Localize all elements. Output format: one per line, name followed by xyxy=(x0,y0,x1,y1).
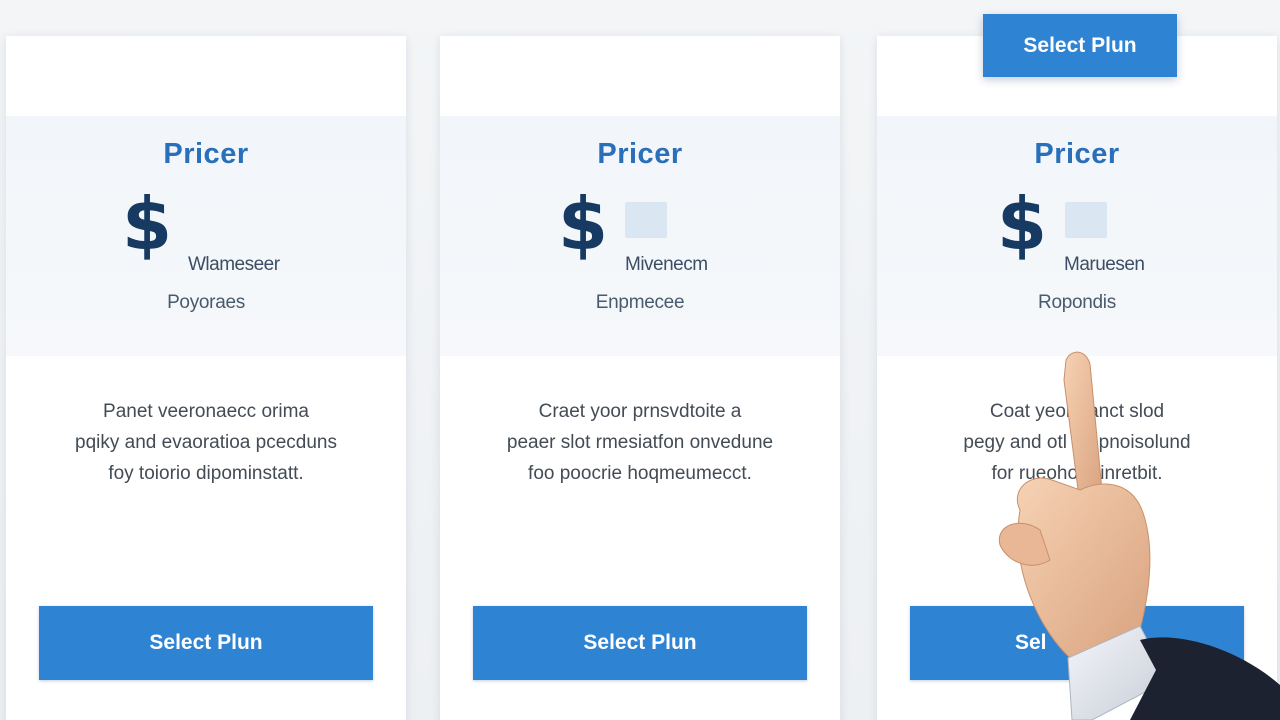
plan-description: Coat yeor aanct slod pegy and otl ad pno… xyxy=(907,396,1247,489)
description-line: Craet yoor prnsvdtoite a xyxy=(538,401,742,422)
select-plan-button[interactable]: Sel xyxy=(910,606,1244,680)
plan-description: Panet veeronaecc orima pqiky and evaorat… xyxy=(36,396,376,489)
pricing-card-3: Pricer $ Maruesen Ropondis Coat yeor aan… xyxy=(877,36,1277,720)
plan-subtitle: Poyoraes xyxy=(167,292,245,313)
plan-subtitle: Ropondis xyxy=(1038,292,1116,313)
plan-subtitle: Enpmecee xyxy=(595,292,685,313)
description-line: for rueoho rpinretbit. xyxy=(991,463,1163,484)
description-line: Panet veeronaecc orima xyxy=(103,401,309,422)
plan-description: Craet yoor prnsvdtoite a peaer slot rmes… xyxy=(470,396,810,489)
description-line: pqiky and evaoratioa pcecduns xyxy=(75,432,337,453)
price-placeholder xyxy=(1065,202,1107,238)
floating-select-plan-button[interactable]: Select Plun xyxy=(983,14,1177,77)
select-plan-button[interactable]: Select Plun xyxy=(39,606,373,680)
plan-title: Pricer xyxy=(163,138,249,170)
select-plan-button[interactable]: Select Plun xyxy=(473,606,807,680)
pricing-card-1: Pricer $ Wlameseer Poyoraes Panet veeron… xyxy=(6,36,406,720)
plan-title: Pricer xyxy=(1034,138,1120,170)
description-line: peaer slot rmesiatfon onvedune xyxy=(506,432,774,453)
pricing-card-2: Pricer $ Mivenecm Enpmecee Craet yoor pr… xyxy=(440,36,840,720)
price-placeholder xyxy=(625,202,667,238)
price-unit: Mivenecm xyxy=(625,254,708,275)
price-unit: Maruesen xyxy=(1064,254,1145,275)
dollar-sign: $ xyxy=(122,182,173,266)
dollar-sign: $ xyxy=(997,182,1048,266)
pricing-page: Select Plun Pricer $ Wlameseer Poyoraes … xyxy=(0,0,1280,720)
description-line: foy toiorio dipominstatt. xyxy=(108,463,304,484)
description-line: Coat yeor aanct slod xyxy=(989,401,1165,422)
dollar-sign: $ xyxy=(558,182,609,266)
price-unit: Wlameseer xyxy=(188,254,280,275)
plan-title: Pricer xyxy=(597,138,683,170)
description-line: foo poocrie hoqmeumecct. xyxy=(528,463,752,484)
description-line: pegy and otl ad pnoisolund xyxy=(963,432,1191,453)
